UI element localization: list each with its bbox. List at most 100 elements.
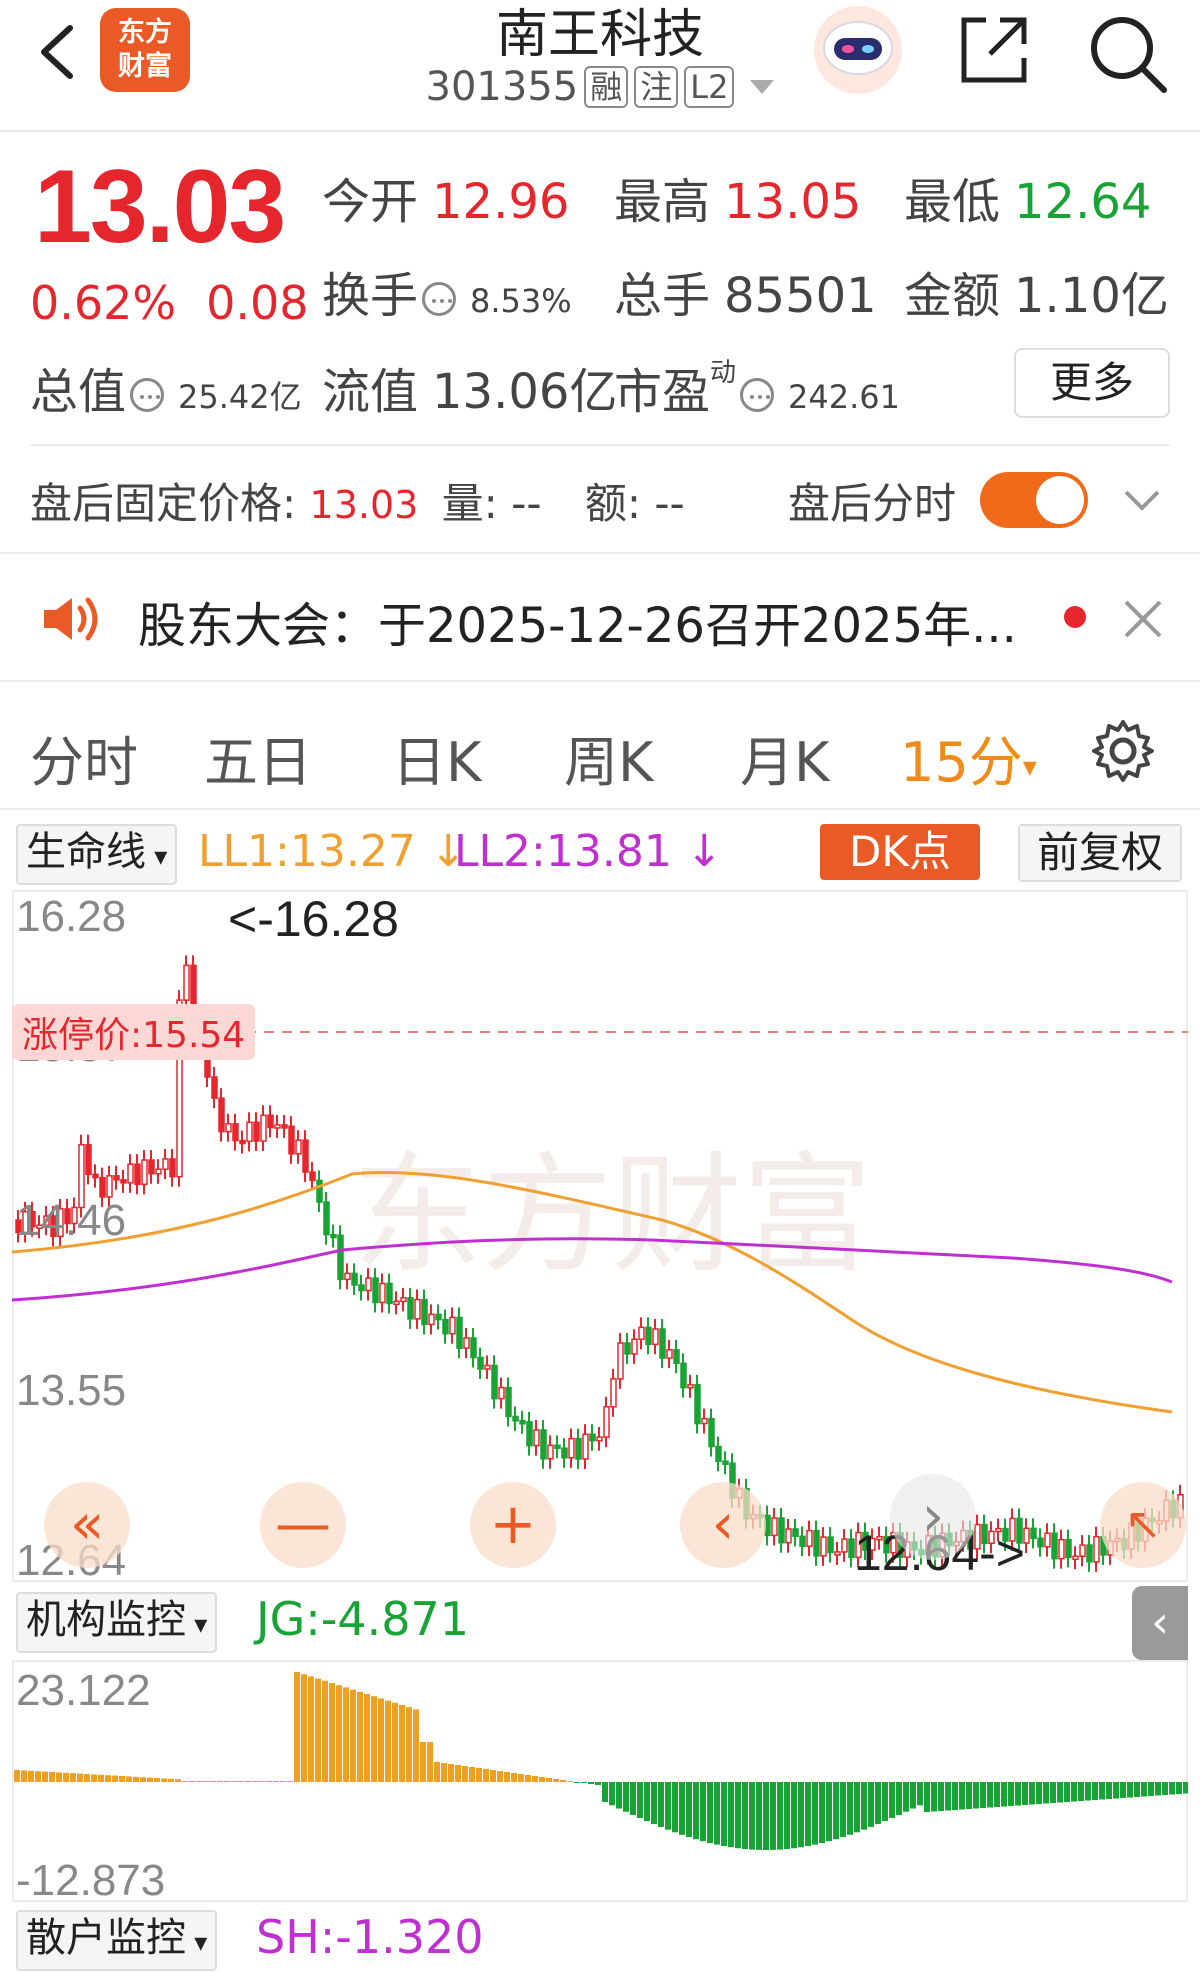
sub-bar [791, 1782, 797, 1849]
sub-bar [385, 1700, 391, 1782]
sub-bar [1022, 1782, 1028, 1805]
market-cap-stat[interactable]: 总值 25.42亿 [30, 352, 302, 422]
fullscreen-button[interactable]: ↖ [1100, 1482, 1186, 1568]
sub-bar [1127, 1782, 1133, 1798]
candle [141, 1150, 148, 1195]
sub-bar [1085, 1782, 1091, 1801]
candle [722, 1451, 729, 1475]
candle [638, 1317, 645, 1350]
sub-bar [455, 1765, 461, 1782]
candle [554, 1435, 561, 1459]
after-hours-toggle[interactable] [980, 472, 1088, 528]
zoom-in-button[interactable]: + [470, 1482, 556, 1568]
candle [589, 1424, 596, 1451]
retail-indicator-selector[interactable]: 散户监控 [16, 1910, 218, 1971]
candle [561, 1438, 568, 1468]
scroll-right-button[interactable]: › [890, 1474, 976, 1560]
sub-bar [1183, 1782, 1188, 1794]
candle [267, 1105, 274, 1138]
candle [274, 1114, 281, 1138]
sub-bar [588, 1782, 594, 1784]
sub-bar [1120, 1782, 1126, 1798]
sub-bar [1015, 1782, 1021, 1806]
candle [232, 1113, 239, 1151]
sub-bar [1106, 1782, 1112, 1799]
info-icon[interactable] [740, 378, 775, 412]
dk-point-button[interactable]: DK点 [820, 824, 980, 880]
sub-bar [189, 1781, 195, 1782]
search-icon[interactable] [1084, 10, 1170, 96]
candlestick-canvas[interactable]: 东方财富 [12, 890, 1188, 1582]
sub-bar [1099, 1782, 1105, 1800]
sub-indicator-selector[interactable]: 机构监控 [16, 1592, 218, 1653]
tab-weekly-k[interactable]: 周K [564, 718, 653, 797]
info-icon[interactable] [130, 378, 165, 412]
chevron-down-icon[interactable] [1122, 480, 1162, 520]
back-arrow-icon[interactable] [30, 22, 90, 82]
share-icon[interactable] [956, 12, 1032, 88]
sub-bar [308, 1676, 314, 1782]
robot-assistant-icon[interactable] [808, 4, 908, 96]
sub-bar [35, 1771, 41, 1782]
change-row: 0.62% 0.08 [30, 276, 339, 330]
candle [827, 1527, 834, 1563]
sub-bar [574, 1782, 580, 1783]
sub-bar [1029, 1782, 1035, 1805]
candle [533, 1420, 540, 1456]
sub-bar [651, 1782, 657, 1825]
divider [30, 444, 1170, 446]
candle [330, 1224, 337, 1248]
zoom-out-button[interactable]: — [260, 1482, 346, 1568]
sub-bar [1141, 1782, 1147, 1797]
sub-bar [763, 1782, 769, 1850]
sub-bar [14, 1770, 20, 1782]
candle [400, 1287, 407, 1312]
candle [211, 1066, 218, 1109]
turnover-stat[interactable]: 换手 8.53% [322, 256, 572, 326]
sub-bar [1071, 1782, 1077, 1802]
tab-five-day[interactable]: 五日 [204, 718, 312, 797]
sub-bar [826, 1782, 832, 1842]
gear-icon[interactable] [1090, 718, 1156, 784]
candle [449, 1307, 456, 1344]
info-icon[interactable] [422, 282, 457, 316]
pe-stat[interactable]: 市盈动242.61 [614, 352, 900, 422]
sub-bar [392, 1702, 398, 1782]
notice-text[interactable]: 股东大会：于2025-12-26召开2025年... [138, 586, 1017, 656]
candle [512, 1406, 519, 1431]
sub-bar [833, 1782, 839, 1840]
sub-bar [959, 1782, 965, 1810]
sub-bar [973, 1782, 979, 1809]
sub-bar [539, 1777, 545, 1782]
candle [841, 1529, 848, 1562]
forward-adjust-button[interactable]: 前复权 [1018, 824, 1182, 882]
close-icon[interactable] [1118, 594, 1168, 644]
candle [239, 1130, 246, 1154]
sub-bar [714, 1782, 720, 1845]
tab-daily-k[interactable]: 日K [392, 718, 481, 797]
sub-bar [966, 1782, 972, 1809]
candle [92, 1164, 99, 1188]
candle [785, 1518, 792, 1553]
sub-bar [770, 1782, 776, 1850]
tab-monthly-k[interactable]: 月K [740, 718, 829, 797]
sub-bar [707, 1782, 713, 1844]
candle [183, 955, 190, 1011]
tab-15-min[interactable]: 15分▾ [900, 718, 1037, 797]
candle [771, 1508, 778, 1546]
collapse-panel-button[interactable]: ‹ [1132, 1586, 1188, 1660]
sub-bar [238, 1781, 244, 1782]
watermark: 东方财富 [352, 1139, 872, 1291]
candle [680, 1353, 687, 1398]
sub-bar [469, 1767, 475, 1782]
scroll-left-button[interactable]: ‹ [680, 1482, 766, 1568]
candle [288, 1116, 295, 1164]
tab-intraday[interactable]: 分时 [30, 718, 138, 797]
indicator-selector[interactable]: 生命线 [16, 824, 178, 885]
change-amount: 0.08 [206, 276, 309, 330]
sub-bar [266, 1781, 272, 1782]
more-button[interactable]: 更多 [1014, 348, 1170, 418]
scroll-left-fast-button[interactable]: « [44, 1482, 130, 1568]
sub-bar [840, 1782, 846, 1838]
sub-bar [364, 1694, 370, 1782]
